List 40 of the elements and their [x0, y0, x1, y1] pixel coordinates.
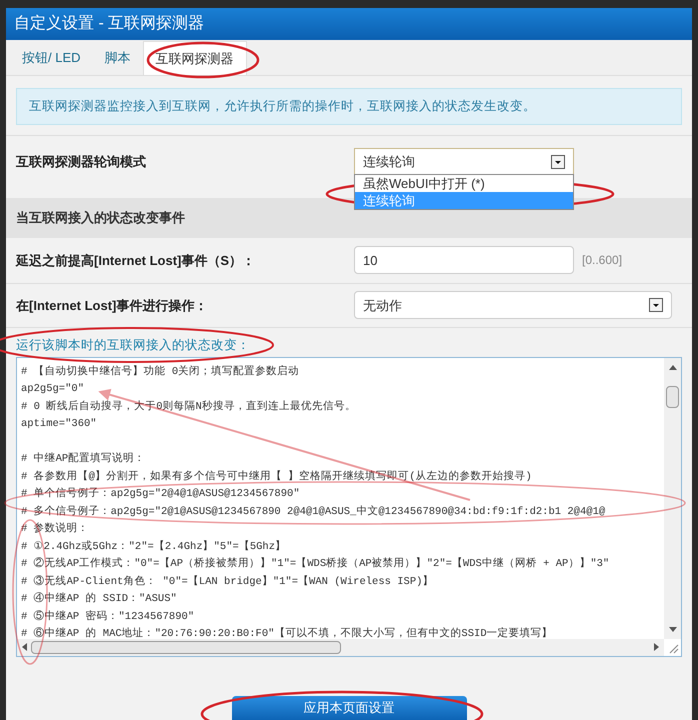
delay-input[interactable]: 10	[354, 246, 574, 274]
code-line: # 参数说明：	[21, 522, 89, 537]
field-label: 延迟之前提高[Internet Lost]事件（S）：	[16, 252, 256, 270]
window-title: 自定义设置 - 互联网探测器	[6, 8, 692, 40]
field-label: 在[Internet Lost]事件进行操作：	[16, 296, 208, 315]
code-line: ap2g5g="0"	[21, 382, 84, 397]
code-line: # ③无线AP-Client角色： "0"=【LAN bridge】"1"=【WAN (Wireless ISP)】	[21, 574, 434, 590]
scrollbar-thumb[interactable]	[666, 386, 679, 408]
tab[interactable]: 按钮/ LED	[10, 41, 93, 75]
horizontal-scrollbar[interactable]	[17, 638, 664, 656]
vertical-scrollbar[interactable]	[664, 358, 681, 638]
code-line: # 中继AP配置填写说明：	[21, 451, 146, 467]
dropdown-caret-icon	[551, 154, 565, 169]
scroll-left-icon[interactable]	[21, 643, 27, 651]
scroll-right-icon[interactable]	[654, 643, 660, 651]
polling-mode-select[interactable]: 连续轮询	[354, 148, 574, 176]
dropdown-caret-icon	[649, 298, 663, 312]
code-line: aptime="360"	[21, 417, 97, 432]
code-line: # 【自动切换中继信号】功能 0关闭；填写配置参数启动	[21, 364, 300, 380]
code-line: # ⑤中继AP 密码："1234567890"	[21, 609, 194, 624]
script-editor[interactable]	[16, 356, 682, 656]
code-line: # ②无线AP工作模式："0"=【AP（桥接被禁用）】"1"=【WDS桥接（AP被禁用）】"2"=【WDS中继（网桥 + AP）】"3"	[21, 556, 610, 572]
resize-grip-icon[interactable]	[667, 642, 679, 654]
code-line: # 单个信号例子：ap2g5g="2@4@1@ASUS@1234567890"	[21, 486, 300, 502]
action-select[interactable]: 无动作	[354, 291, 672, 320]
script-label: 运行该脚本时的互联网接入的状态改变：	[16, 336, 250, 354]
apply-button[interactable]: 应用本页面设置	[232, 696, 466, 720]
code-line: # ①2.4Ghz或5Ghz："2"=【2.4Ghz】"5"=【5Ghz】	[21, 539, 286, 554]
code-line: # 各参数用【@】分割开，如果有多个信号可中继用【 】空格隔开继续填写即可(从左边的参数开始搜寻)	[21, 469, 532, 484]
scrollbar-thumb[interactable]	[31, 640, 341, 654]
scroll-up-icon[interactable]	[668, 364, 676, 370]
code-line: # ⑥中继AP 的 MAC地址："20:76:90:20:B0:F0"【可以不填，不限大小写，但有中文的SSID一定要填写】	[21, 626, 553, 642]
code-line: # ④中继AP 的 SSID："ASUS"	[21, 591, 177, 607]
code-line: # 多个信号例子：ap2g5g="2@1@ASUS@1234567890 2@4@1@ASUS_中文@1234567890@34:bd:f9:1f:d2:b1 2@4@1@	[21, 504, 606, 520]
scroll-down-icon[interactable]	[668, 626, 676, 632]
code-line: # 0 断线后自动搜寻，大于0则每隔N秒搜寻，直到连上最优先信号。	[21, 399, 356, 414]
tab[interactable]: 脚本	[92, 41, 143, 75]
field-label: 互联网探测器轮询模式	[16, 153, 147, 171]
range-hint: [0..600]	[582, 252, 622, 270]
info-message: 互联网探测器监控接入到互联网，允许执行所需的操作时，互联网接入的状态发生改变。	[16, 88, 682, 125]
